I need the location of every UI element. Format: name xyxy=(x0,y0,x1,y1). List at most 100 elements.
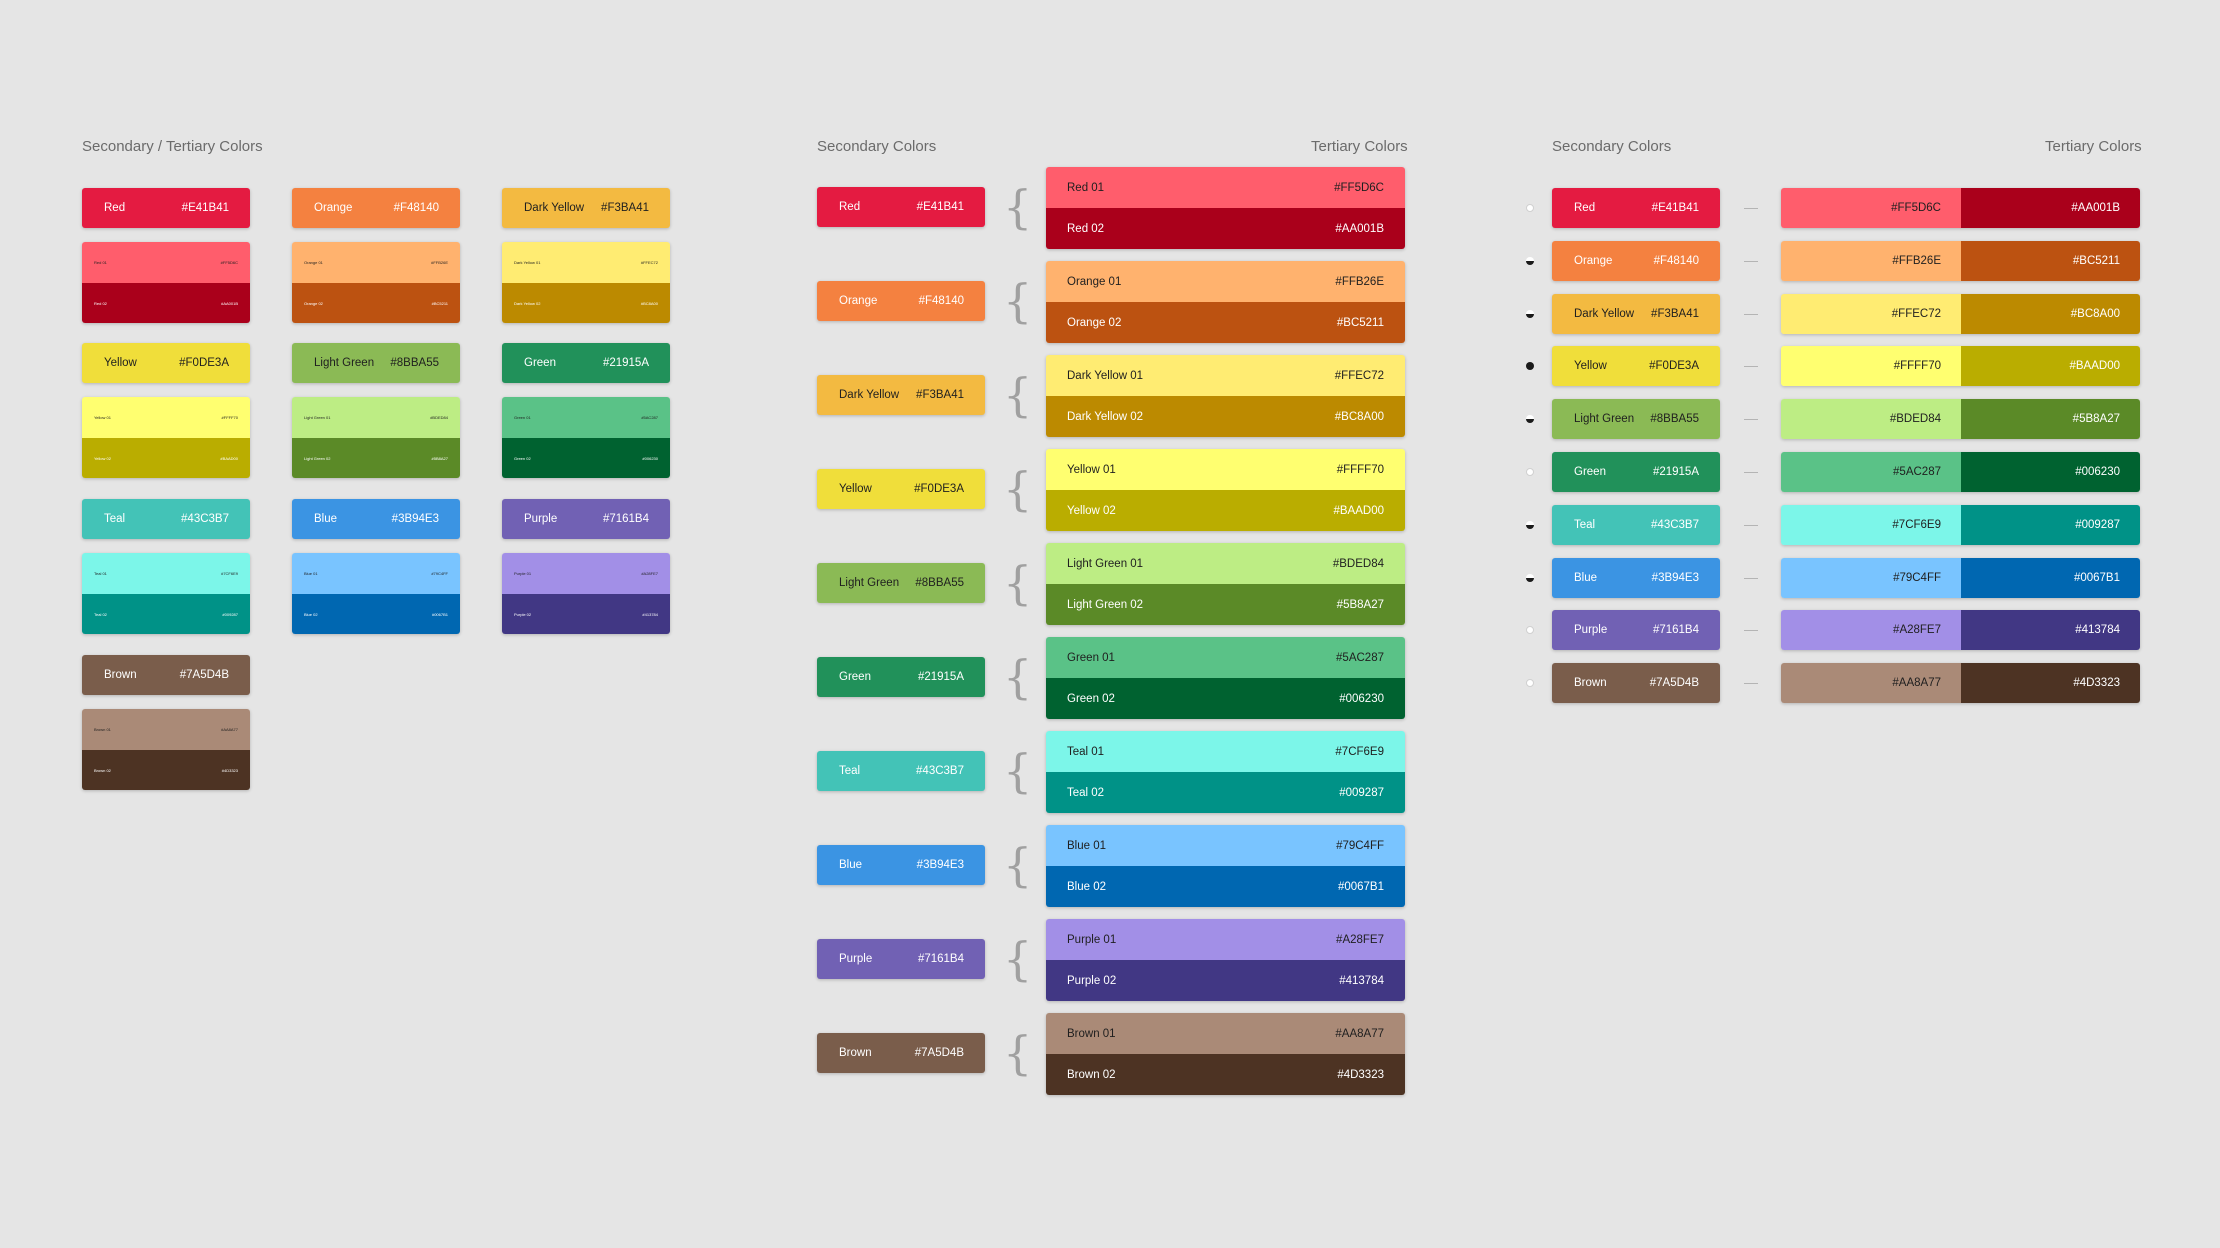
secondary-swatch-teal[interactable]: Teal #43C3B7 xyxy=(817,751,985,791)
tertiary-card-orange[interactable]: Orange 01 #FFB26E Orange 02 #BC5211 xyxy=(292,242,460,323)
tertiary-card-red[interactable]: Red 01 #FF5D6C Red 02 #AA001B xyxy=(82,242,250,323)
tertiary-01-band: Dark Yellow 01 #FFEC72 xyxy=(502,242,670,283)
tertiary-01-name: Yellow 01 xyxy=(94,415,111,420)
tertiary-01-band: Red 01 #FF5D6C xyxy=(82,242,250,283)
row-marker-red xyxy=(1526,204,1534,212)
tertiary-card-yellow[interactable]: Yellow 01 #FFFF70 Yellow 02 #BAAD00 xyxy=(82,397,250,478)
tertiary-pair-red[interactable]: Red 01 #FF5D6C Red 02 #AA001B xyxy=(1046,167,1405,249)
swatch-orange[interactable]: Orange #F48140 xyxy=(292,188,460,228)
tertiary-card-light-green[interactable]: Light Green 01 #BDED84 Light Green 02 #5B8A… xyxy=(292,397,460,478)
tertiary-01-hex: #A28FE7 xyxy=(1893,624,1941,636)
secondary-swatch-teal[interactable]: Teal #43C3B7 xyxy=(1552,505,1720,545)
tertiary-01-band: Green 01 #5AC287 xyxy=(1046,637,1405,678)
tertiary-01-hex: #FFB26E xyxy=(1335,275,1384,288)
secondary-swatch-purple[interactable]: Purple #7161B4 xyxy=(817,939,985,979)
tertiary-split-blue[interactable]: #79C4FF #0067B1 xyxy=(1781,558,2140,598)
swatch-label: Blue xyxy=(314,513,338,525)
swatch-dark-yellow[interactable]: Dark Yellow #F3BA41 xyxy=(502,188,670,228)
tertiary-pair-orange[interactable]: Orange 01 #FFB26E Orange 02 #BC5211 xyxy=(1046,261,1405,343)
secondary-swatch-yellow[interactable]: Yellow #F0DE3A xyxy=(1552,346,1720,386)
tertiary-split-light-green[interactable]: #BDED84 #5B8A27 xyxy=(1781,399,2140,439)
secondary-swatch-green[interactable]: Green #21915A xyxy=(1552,452,1720,492)
row-marker-blue xyxy=(1526,574,1534,582)
tertiary-02-band: Yellow 02 #BAAD00 xyxy=(1046,490,1405,531)
tertiary-split-teal[interactable]: #7CF6E9 #009287 xyxy=(1781,505,2140,545)
tertiary-pair-brown[interactable]: Brown 01 #AA8A77 Brown 02 #4D3323 xyxy=(1046,1013,1405,1095)
tertiary-01-hex: #A28FE7 xyxy=(641,571,658,576)
secondary-swatch-orange[interactable]: Orange #F48140 xyxy=(817,281,985,321)
swatch-hex: #E41B41 xyxy=(1651,202,1699,214)
swatch-blue[interactable]: Blue #3B94E3 xyxy=(292,499,460,539)
tertiary-01-half: #FFB26E xyxy=(1781,241,1961,281)
tertiary-split-purple[interactable]: #A28FE7 #413784 xyxy=(1781,610,2140,650)
tertiary-pair-green[interactable]: Green 01 #5AC287 Green 02 #006230 xyxy=(1046,637,1405,719)
tertiary-02-name: Blue 02 xyxy=(304,611,318,617)
swatch-label: Green xyxy=(524,357,556,369)
tertiary-02-hex: #413784 xyxy=(2075,624,2120,636)
swatch-light-green[interactable]: Light Green #8BBA55 xyxy=(292,343,460,383)
tertiary-card-green[interactable]: Green 01 #5AC287 Green 02 #006230 xyxy=(502,397,670,478)
tertiary-01-hex: #5AC287 xyxy=(641,415,658,420)
tertiary-card-purple[interactable]: Purple 01 #A28FE7 Purple 02 #413784 xyxy=(502,553,670,634)
tertiary-card-dark-yellow[interactable]: Dark Yellow 01 #FFEC72 Dark Yellow 02 #BC8A… xyxy=(502,242,670,323)
tertiary-01-name: Blue 01 xyxy=(1067,839,1107,852)
secondary-swatch-yellow[interactable]: Yellow #F0DE3A xyxy=(817,469,985,509)
tertiary-card-teal[interactable]: Teal 01 #7CF6E9 Teal 02 #009287 xyxy=(82,553,250,634)
swatch-label: Light Green xyxy=(839,577,900,589)
secondary-swatch-light-green[interactable]: Light Green #8BBA55 xyxy=(1552,399,1720,439)
tertiary-split-dark-yellow[interactable]: #FFEC72 #BC8A00 xyxy=(1781,294,2140,334)
tertiary-card-blue[interactable]: Blue 01 #79C4FF Blue 02 #0067B1 xyxy=(292,553,460,634)
tertiary-pair-yellow[interactable]: Yellow 01 #FFFF70 Yellow 02 #BAAD00 xyxy=(1046,449,1405,531)
swatch-teal[interactable]: Teal #43C3B7 xyxy=(82,499,250,539)
tertiary-split-orange[interactable]: #FFB26E #BC5211 xyxy=(1781,241,2140,281)
tertiary-01-hex: #AA8A77 xyxy=(221,727,238,732)
secondary-swatch-blue[interactable]: Blue #3B94E3 xyxy=(1552,558,1720,598)
tertiary-02-hex: #BC8A00 xyxy=(2070,308,2120,320)
secondary-swatch-blue[interactable]: Blue #3B94E3 xyxy=(817,845,985,885)
secondary-swatch-brown[interactable]: Brown #7A5D4B xyxy=(817,1033,985,1073)
tertiary-01-half: #FFEC72 xyxy=(1781,294,1961,334)
tertiary-card-brown[interactable]: Brown 01 #AA8A77 Brown 02 #4D3323 xyxy=(82,709,250,790)
swatch-label: Yellow xyxy=(104,357,137,369)
secondary-swatch-red[interactable]: Red #E41B41 xyxy=(1552,188,1720,228)
tertiary-01-hex: #FF5D6C xyxy=(220,260,238,265)
tertiary-split-red[interactable]: #FF5D6C #AA001B xyxy=(1781,188,2140,228)
swatch-label: Red xyxy=(839,201,861,213)
tertiary-pair-blue[interactable]: Blue 01 #79C4FF Blue 02 #0067B1 xyxy=(1046,825,1405,907)
secondary-swatch-dark-yellow[interactable]: Dark Yellow #F3BA41 xyxy=(817,375,985,415)
tertiary-02-hex: #BC5211 xyxy=(2072,255,2120,267)
swatch-red[interactable]: Red #E41B41 xyxy=(82,188,250,228)
tertiary-02-hex: #0067B1 xyxy=(1337,880,1384,893)
swatch-green[interactable]: Green #21915A xyxy=(502,343,670,383)
tertiary-pair-purple[interactable]: Purple 01 #A28FE7 Purple 02 #413784 xyxy=(1046,919,1405,1001)
swatch-label: Dark Yellow xyxy=(839,389,900,401)
secondary-swatch-dark-yellow[interactable]: Dark Yellow #F3BA41 xyxy=(1552,294,1720,334)
secondary-swatch-green[interactable]: Green #21915A xyxy=(817,657,985,697)
swatch-label: Teal xyxy=(1574,519,1596,531)
swatch-brown[interactable]: Brown #7A5D4B xyxy=(82,655,250,695)
tertiary-01-name: Yellow 01 xyxy=(1067,463,1116,476)
tertiary-02-name: Light Green 02 xyxy=(1067,598,1144,611)
tertiary-01-hex: #79C4FF xyxy=(1893,572,1941,584)
secondary-swatch-brown[interactable]: Brown #7A5D4B xyxy=(1552,663,1720,703)
tertiary-01-name: Brown 01 xyxy=(1067,1027,1116,1040)
tertiary-pair-teal[interactable]: Teal 01 #7CF6E9 Teal 02 #009287 xyxy=(1046,731,1405,813)
tertiary-02-hex: #009287 xyxy=(222,611,238,617)
swatch-purple[interactable]: Purple #7161B4 xyxy=(502,499,670,539)
tertiary-split-yellow[interactable]: #FFFF70 #BAAD00 xyxy=(1781,346,2140,386)
tertiary-split-brown[interactable]: #AA8A77 #4D3323 xyxy=(1781,663,2140,703)
swatch-hex: #F48140 xyxy=(393,202,439,214)
tertiary-01-hex: #5AC287 xyxy=(1893,466,1941,478)
swatch-yellow[interactable]: Yellow #F0DE3A xyxy=(82,343,250,383)
secondary-swatch-orange[interactable]: Orange #F48140 xyxy=(1552,241,1720,281)
tertiary-pair-dark-yellow[interactable]: Dark Yellow 01 #FFEC72 Dark Yellow 02 #BC8A… xyxy=(1046,355,1405,437)
tertiary-pair-light-green[interactable]: Light Green 01 #BDED84 Light Green 02 #5B8A… xyxy=(1046,543,1405,625)
row-dash xyxy=(1744,419,1758,420)
secondary-swatch-purple[interactable]: Purple #7161B4 xyxy=(1552,610,1720,650)
tertiary-split-green[interactable]: #5AC287 #006230 xyxy=(1781,452,2140,492)
tertiary-02-hex: #009287 xyxy=(2075,519,2120,531)
tertiary-02-half: #BC5211 xyxy=(1961,241,2140,281)
tertiary-02-name: Blue 02 xyxy=(1067,880,1107,893)
secondary-swatch-light-green[interactable]: Light Green #8BBA55 xyxy=(817,563,985,603)
secondary-swatch-red[interactable]: Red #E41B41 xyxy=(817,187,985,227)
